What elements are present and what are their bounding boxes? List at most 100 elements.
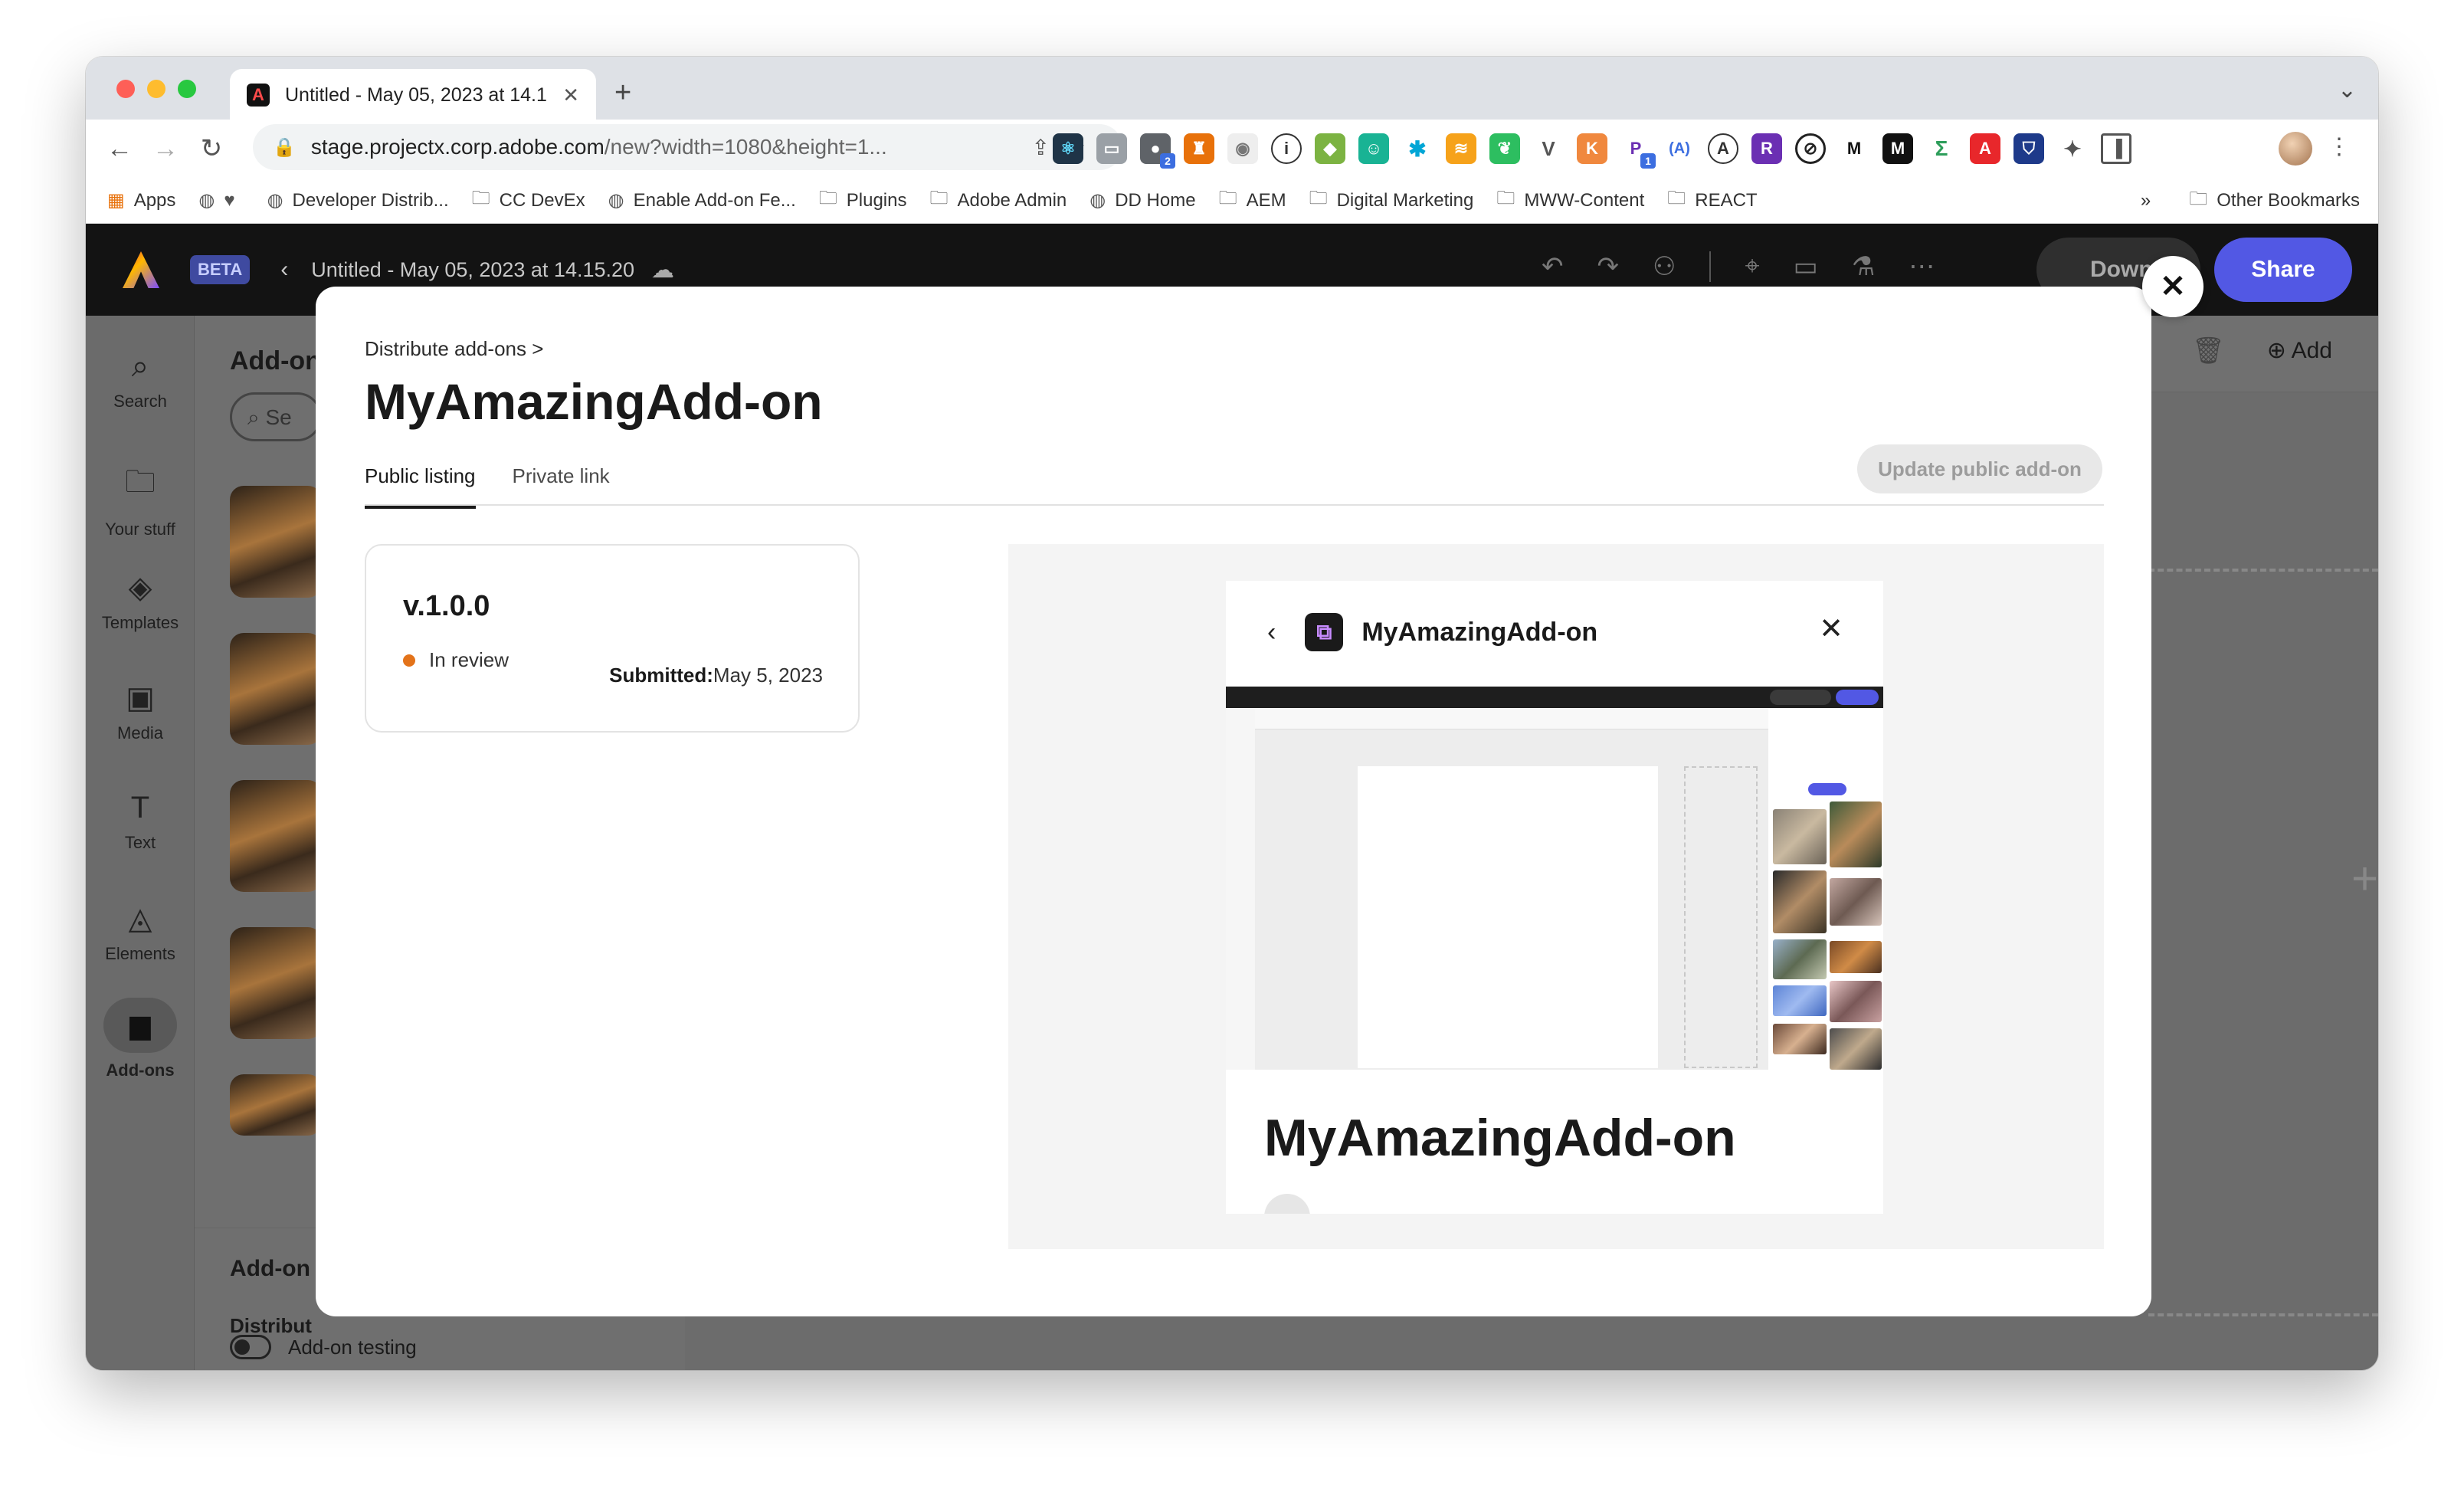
minimize-window-button[interactable]	[147, 80, 165, 98]
trash-icon[interactable]: 🗑	[2192, 336, 2225, 366]
lock-icon: 🔒	[273, 136, 296, 158]
sigma-extension-icon[interactable]: Σ	[1926, 133, 1957, 164]
addon-testing-toggle[interactable]	[230, 1335, 271, 1359]
bookmark-globe-heart[interactable]: ◍ ♥	[198, 189, 244, 211]
browser-menu-icon[interactable]: ⋮	[2328, 133, 2351, 160]
browser-tab-active[interactable]: A Untitled - May 05, 2023 at 14.1 ✕	[230, 69, 596, 121]
close-tab-icon[interactable]: ✕	[562, 84, 579, 107]
undo-icon[interactable]: ↶	[1542, 251, 1564, 282]
bookmark-label: Plugins	[846, 189, 907, 211]
panel-search-input[interactable]: ⌕ Se	[230, 392, 322, 441]
bookmark-apps[interactable]: ▦ Apps	[107, 189, 175, 211]
medium-extension-icon[interactable]: M	[1882, 133, 1913, 164]
puzzle-extensions-icon[interactable]: ✦	[2057, 133, 2088, 164]
rail-text[interactable]: T Text	[86, 791, 195, 853]
modal-tabs: Public listing Private link	[365, 464, 610, 509]
block-extension-icon[interactable]: ⊘	[1795, 133, 1826, 164]
a-bracket-extension-icon[interactable]: (A)	[1664, 133, 1695, 164]
shield-extension-icon[interactable]: ⛉	[2013, 133, 2044, 164]
address-bar[interactable]: 🔒 stage.projectx.corp.adobe.com /new?wid…	[253, 124, 1122, 170]
vue-extension-icon[interactable]: V	[1533, 133, 1564, 164]
android-extension-icon[interactable]: ◆	[1315, 133, 1345, 164]
bookmarks-overflow-button[interactable]: »	[2141, 190, 2151, 211]
bookmark-mww-content[interactable]: 🗀 MWW-Content	[1496, 185, 1644, 216]
document-title[interactable]: Untitled - May 05, 2023 at 14.15.20	[311, 258, 634, 282]
flask-icon[interactable]: ⚗	[1852, 251, 1875, 282]
status-badge: In review	[403, 648, 509, 672]
close-window-button[interactable]	[116, 80, 135, 98]
add-page-button[interactable]: ⊕ Add	[2267, 337, 2332, 364]
addon-thumbnail[interactable]	[230, 1074, 322, 1136]
snowflake-extension-icon[interactable]: ✱	[1402, 133, 1433, 164]
back-chevron-icon[interactable]: ‹	[280, 257, 288, 283]
bookmark-digital-marketing[interactable]: 🗀 Digital Marketing	[1309, 185, 1474, 216]
react-devtools-extension-icon[interactable]: ⚛	[1053, 133, 1083, 164]
rail-search[interactable]: ⌕ Search	[86, 349, 195, 411]
bookmark-dd-home[interactable]: ◍ DD Home	[1089, 189, 1195, 211]
tab-public-listing[interactable]: Public listing	[365, 464, 476, 509]
more-options-icon[interactable]: ⋯	[1909, 251, 1935, 282]
globe-icon: ◍	[1089, 190, 1106, 211]
bookmark-react[interactable]: 🗀 REACT	[1667, 185, 1757, 216]
addon-thumbnail[interactable]	[230, 780, 322, 892]
maximize-window-button[interactable]	[178, 80, 196, 98]
rail-templates[interactable]: ◈ Templates	[86, 570, 195, 633]
m-extension-icon[interactable]: M	[1839, 133, 1869, 164]
bookmark-enable-addon[interactable]: ◍ Enable Add-on Fe...	[608, 189, 796, 211]
back-arrow-icon[interactable]: ←	[97, 134, 143, 164]
share-button[interactable]: Share	[2214, 238, 2352, 302]
reload-icon[interactable]: ↻	[188, 133, 234, 164]
adobe-express-logo-icon[interactable]	[123, 251, 159, 288]
evernote-extension-icon[interactable]: ❦	[1489, 133, 1520, 164]
addon-thumbnail[interactable]	[230, 633, 322, 745]
info-extension-icon[interactable]: i	[1271, 133, 1302, 164]
rail-media[interactable]: ▣ Media	[86, 680, 195, 743]
rail-elements[interactable]: ◬ Elements	[86, 901, 195, 964]
form-extension-icon[interactable]: ☺	[1358, 133, 1389, 164]
bookmark-other[interactable]: 🗀 Other Bookmarks	[2189, 185, 2360, 217]
lighthouse-extension-icon[interactable]: ♜	[1184, 133, 1214, 164]
rss-extension-icon[interactable]: ≋	[1446, 133, 1476, 164]
bookmark-plugins[interactable]: 🗀 Plugins	[819, 185, 907, 216]
url-host: stage.projectx.corp.adobe.com	[310, 135, 605, 159]
rail-your-stuff[interactable]: 🗀 Your stuff	[86, 460, 195, 539]
side-panel-icon[interactable]: ▐	[2101, 133, 2131, 164]
a-circle-extension-icon[interactable]: A	[1708, 133, 1738, 164]
tab-search-chevron-icon[interactable]: ⌄	[2338, 77, 2357, 103]
forward-arrow-icon[interactable]: →	[143, 134, 188, 164]
redo-icon[interactable]: ↷	[1597, 251, 1620, 282]
add-page-plus-icon[interactable]: +	[2351, 852, 2378, 905]
chat-extension-icon[interactable]: ▭	[1096, 133, 1127, 164]
bookmark-developer-distrib[interactable]: ◍ Developer Distrib...	[267, 189, 449, 211]
modal-close-button[interactable]: ✕	[2142, 256, 2204, 317]
new-tab-button[interactable]: +	[614, 77, 631, 110]
rail-add-ons[interactable]: ▆ Add-ons	[86, 998, 195, 1080]
folder-icon: 🗀	[929, 188, 949, 208]
bookmark-aem[interactable]: 🗀 AEM	[1219, 185, 1286, 216]
p-extension-icon[interactable]: P1	[1620, 133, 1656, 169]
breadcrumb[interactable]: Distribute add-ons >	[365, 337, 543, 361]
preview-screenshot	[1226, 687, 1883, 1070]
bookmarks-bar: ▦ Apps ◍ ♥ ◍ Developer Distrib... 🗀 CC DevEx…	[86, 178, 2378, 224]
adobe-express-favicon-icon: A	[247, 84, 270, 107]
comment-icon[interactable]: ▭	[1794, 251, 1818, 282]
tab-private-link[interactable]: Private link	[513, 464, 610, 509]
invite-collaborator-icon[interactable]: ⚇	[1653, 251, 1676, 282]
update-public-addon-button[interactable]: Update public add-on	[1857, 444, 2102, 493]
addon-thumbnail[interactable]	[230, 927, 322, 1039]
addon-thumbnail[interactable]	[230, 486, 322, 598]
profile-avatar[interactable]	[2279, 132, 2312, 166]
preview-close-icon: ✕	[1819, 613, 1843, 645]
k-extension-icon[interactable]: K	[1577, 133, 1607, 164]
eye-dropper-extension-icon[interactable]: ◉	[1227, 133, 1258, 164]
r-extension-icon[interactable]: R	[1751, 133, 1782, 164]
footer-title: Add-on	[230, 1256, 310, 1281]
bookmark-label: Developer Distrib...	[292, 189, 449, 211]
globe-icon: ◍	[608, 190, 624, 211]
bookmark-cc-devex[interactable]: 🗀 CC DevEx	[472, 185, 585, 216]
adobe-extension-icon[interactable]: A	[1970, 133, 2000, 164]
beta-badge: BETA	[190, 255, 251, 284]
extension-badged-icon[interactable]: ● 2	[1140, 133, 1175, 169]
location-pin-icon[interactable]: ⌖	[1745, 251, 1759, 282]
bookmark-adobe-admin[interactable]: 🗀 Adobe Admin	[929, 185, 1067, 216]
